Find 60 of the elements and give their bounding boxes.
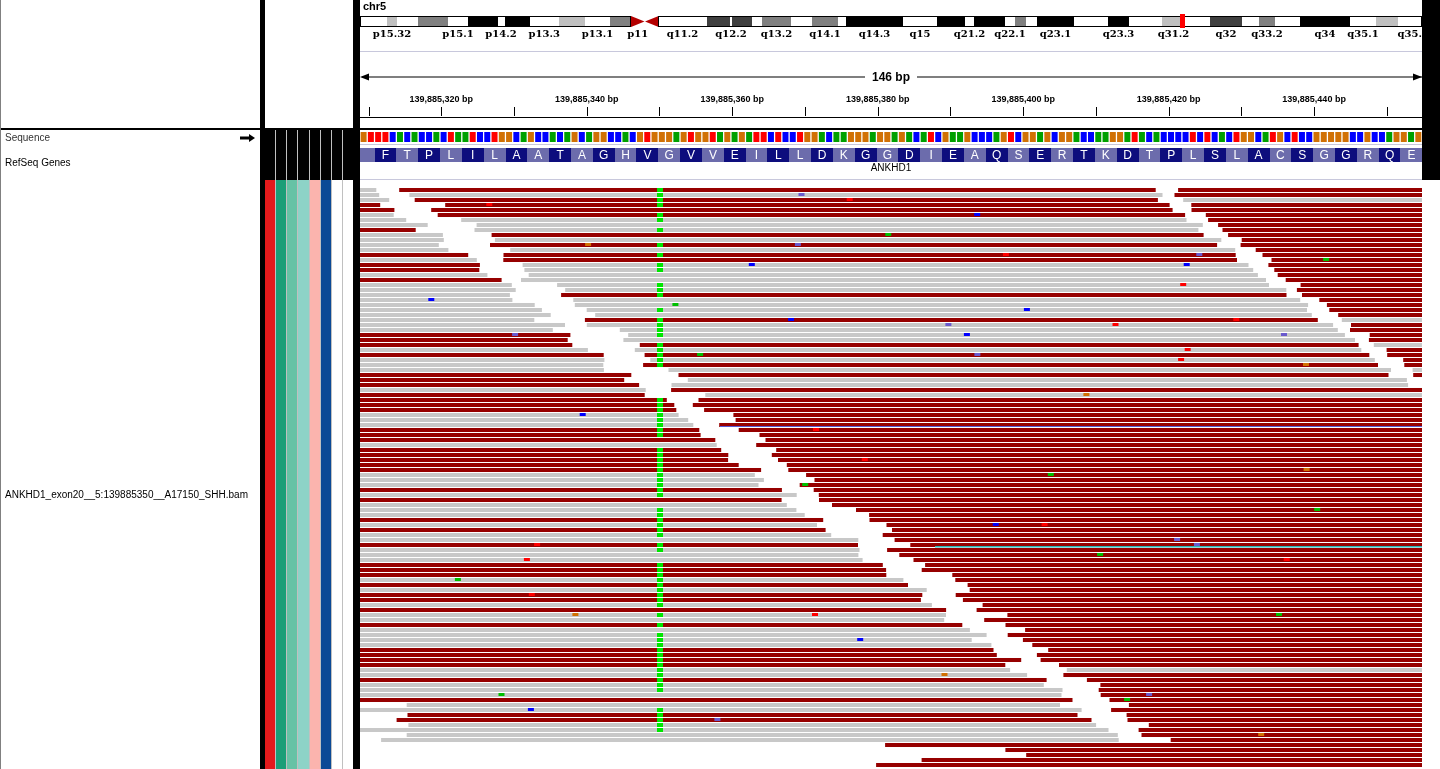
track-name[interactable]: RefSeq Genes [5, 156, 71, 169]
amino-acid-cell: A [1247, 148, 1270, 162]
amino-acid-cell: D [811, 148, 833, 162]
position-label: 139,885,360 bp [700, 94, 764, 104]
amino-acid-cell: G [592, 148, 615, 162]
track-name[interactable]: ANKHD1_exon20__5:139885350__A17150_SHH.bam [5, 488, 248, 501]
amino-acid-cell: Q [985, 148, 1008, 162]
band-label: q22.1 [994, 28, 1026, 39]
band-label: q23.1 [1039, 28, 1072, 39]
band-label: q12.2 [715, 28, 747, 39]
amino-acid-cell: I [461, 148, 484, 162]
amino-acid-cell: S [1204, 148, 1226, 162]
chromosome-name: chr5 [363, 1, 387, 12]
gene-name[interactable]: ANKHD1 [870, 163, 912, 173]
band-label: q35. [1397, 28, 1422, 39]
position-label: 139,885,380 bp [845, 94, 910, 104]
amino-acid-cell: D [1116, 148, 1139, 162]
amino-acid-cell: V [680, 148, 702, 162]
amino-acid-cell: G [854, 148, 877, 162]
band-label: p11 [627, 28, 649, 39]
band-label: q31.2 [1157, 28, 1190, 39]
band-label: q23.3 [1102, 28, 1135, 39]
band-label: p15.32 [372, 28, 412, 39]
amino-acid-cell: E [942, 148, 964, 162]
amino-acid-cell: T [1073, 148, 1095, 162]
amino-acid-cell: G [1335, 148, 1357, 162]
amino-acid-cell: Q [1378, 148, 1401, 162]
band-label: p13.3 [528, 28, 560, 39]
position-label: 139,885,320 bp [409, 94, 473, 104]
track-name[interactable]: Sequence [5, 131, 51, 144]
band-label: q15 [909, 28, 931, 39]
band-label: q33.2 [1251, 28, 1283, 39]
amino-acid-cell: E [1029, 148, 1052, 162]
amino-acid-cell: E [723, 148, 746, 162]
band-label: q32 [1215, 28, 1237, 39]
position-label: 139,885,420 bp [1136, 94, 1201, 104]
band-label: p15.1 [442, 28, 474, 39]
amino-acid-cell: V [636, 148, 659, 162]
band-label: q14.1 [809, 28, 841, 39]
amino-acid-cell: S [1291, 148, 1314, 162]
amino-acid-cell: T [549, 148, 571, 162]
span-label: 146 bp [871, 71, 911, 83]
band-label: p14.2 [485, 28, 517, 39]
amino-acid-cell: F [374, 148, 397, 162]
band-label: q13.2 [760, 28, 793, 39]
amino-acid-cell: P [1160, 148, 1183, 162]
strand-arrow-icon[interactable] [240, 133, 255, 142]
band-label: q21.2 [953, 28, 986, 39]
position-label: 139,885,400 bp [991, 94, 1055, 104]
amino-acid-cell: D [898, 148, 921, 162]
amino-acid-cell: A [505, 148, 528, 162]
amino-acid-cell: P [418, 148, 441, 162]
band-label: q35.1 [1347, 28, 1379, 39]
band-label: q11.2 [666, 28, 699, 39]
position-label: 139,885,440 bp [1282, 94, 1346, 104]
amino-acid-cell: L [767, 148, 790, 162]
band-label: q34 [1314, 28, 1336, 39]
band-label: q14.3 [858, 28, 891, 39]
position-label: 139,885,340 bp [554, 94, 619, 104]
band-label: p13.1 [581, 28, 614, 39]
